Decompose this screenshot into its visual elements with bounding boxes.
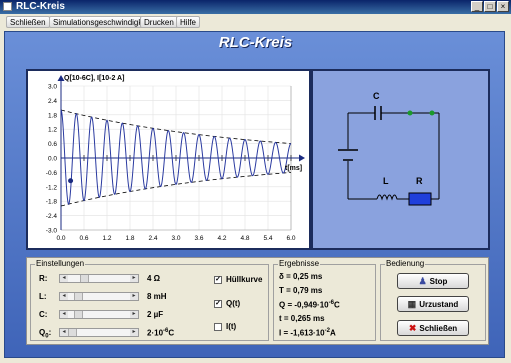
control-title: Bedienung [385, 259, 426, 269]
circuit-panel: C L R [311, 69, 490, 250]
x-axis-label: t[ms] [285, 165, 302, 172]
resistance-value: 4 Ω [147, 274, 161, 283]
close-button[interactable]: ✖ Schließen [397, 320, 469, 336]
y-tick-label: 2.4 [48, 98, 57, 105]
switch-contact-right [429, 110, 435, 116]
current-checkbox-label: I(t) [226, 322, 237, 331]
slider-thumb[interactable] [74, 293, 83, 300]
result-delta: δ = 0,25 ms [279, 272, 323, 281]
initial-charge-slider[interactable]: ◂ ▸ [59, 328, 139, 337]
menu-drucken[interactable]: Drucken [140, 16, 178, 28]
stop-icon: ♟ [418, 276, 427, 286]
chevron-right-icon[interactable]: ▸ [130, 275, 138, 282]
y-tick-label: 1.2 [48, 127, 57, 134]
menu-simulationsgeschwindigkeit[interactable]: Simulationsgeschwindigkeit [49, 16, 155, 28]
app-icon [3, 2, 12, 11]
reset-icon: ▦ [407, 299, 417, 309]
current-checkbox[interactable] [214, 323, 222, 331]
menu-hilfe[interactable]: Hilfe [176, 16, 201, 28]
initial-charge-label: Q0: [39, 328, 52, 340]
slider-thumb[interactable] [68, 329, 77, 336]
x-tick-label: 1.8 [125, 235, 134, 242]
capacitor-label: C [373, 91, 380, 101]
chevron-right-icon[interactable]: ▸ [130, 293, 138, 300]
close-icon: ✖ [408, 323, 417, 333]
menu-schliessen[interactable]: Schließen [6, 16, 50, 28]
result-charge: Q = -0,949·10-6C [279, 300, 340, 310]
chevron-left-icon[interactable]: ◂ [60, 275, 68, 282]
charge-checkbox-label: Q(t) [226, 299, 241, 308]
inductance-value: 8 mH [147, 292, 167, 301]
x-axis-arrow-icon [299, 154, 305, 162]
inductance-label: L: [39, 292, 47, 301]
resistor-label: R [416, 176, 423, 186]
settings-title: Einstellungen [35, 259, 86, 269]
inductor-coil-icon [376, 194, 399, 201]
resistance-slider[interactable]: ◂ ▸ [59, 274, 139, 283]
result-current: I = -1,613·10-2A [279, 328, 336, 338]
x-tick-label: 4.8 [240, 235, 249, 242]
menu-bar: Schließen Simulationsgeschwindigkeit Dru… [0, 15, 511, 30]
y-tick-label: -2.4 [46, 213, 58, 220]
y-tick-label: -1.2 [46, 184, 58, 191]
y-tick-label: -3.0 [46, 228, 58, 235]
y-tick-label: -0.6 [46, 170, 58, 177]
capacitance-slider[interactable]: ◂ ▸ [59, 310, 139, 319]
capacitance-label: C: [39, 310, 48, 319]
stop-button[interactable]: ♟ Stop [397, 273, 469, 289]
control-area: Einstellungen R: ◂ ▸ 4 Ω L: ◂ ▸ 8 mH C: [26, 257, 489, 345]
result-period: T = 0,79 ms [279, 286, 323, 295]
initial-charge-value: 2·10-6C [147, 328, 175, 338]
charge-checkbox[interactable]: ✓ [214, 300, 222, 308]
chevron-right-icon[interactable]: ▸ [130, 311, 138, 318]
chevron-right-icon[interactable]: ▸ [130, 329, 138, 336]
settings-group: Einstellungen R: ◂ ▸ 4 Ω L: ◂ ▸ 8 mH C: [30, 259, 269, 341]
close-window-button[interactable]: × [497, 1, 509, 12]
envelope-checkbox[interactable]: ✓ [214, 276, 222, 284]
switch-contact-left [407, 110, 413, 116]
x-tick-label: 3.0 [171, 235, 180, 242]
minimize-button[interactable]: _ [471, 1, 483, 12]
capacitance-value: 2 µF [147, 310, 164, 319]
envelope-checkbox-label: Hüllkurve [226, 275, 263, 284]
y-tick-label: 1.8 [48, 112, 57, 119]
main-area: RLC-Kreis 0.0 0.6 1.2 1.8 2.4 3.0 3.6 4.2 4.8 5.4… [4, 31, 505, 358]
page-title: RLC-Kreis [218, 34, 293, 51]
slider-thumb[interactable] [80, 275, 89, 282]
title-bar: RLC-Kreis _ □ × [0, 0, 511, 14]
x-tick-label: 2.4 [148, 235, 157, 242]
y-tick-label: 3.0 [48, 84, 57, 91]
results-group: Ergebnisse δ = 0,25 ms T = 0,79 ms Q = -… [273, 259, 376, 341]
slider-thumb[interactable] [74, 311, 83, 318]
y-tick-label: -1.8 [46, 199, 58, 206]
x-tick-label: 5.4 [263, 235, 272, 242]
x-tick-label: 4.2 [217, 235, 226, 242]
current-time-marker [68, 178, 74, 184]
result-time: t = 0,265 ms [279, 314, 325, 323]
maximize-button[interactable]: □ [484, 1, 496, 12]
inductor-label: L [383, 176, 389, 186]
control-group: Bedienung ♟ Stop ▦ Urzustand ✖ Schließen [380, 259, 486, 341]
x-tick-label: 0.6 [79, 235, 88, 242]
oscillation-chart: 0.0 0.6 1.2 1.8 2.4 3.0 3.6 4.2 4.8 5.4 6.0 3.0 2.4… [46, 75, 305, 242]
x-tick-label: 6.0 [286, 235, 295, 242]
results-title: Ergebnisse [278, 259, 321, 269]
resistor-icon [408, 192, 432, 206]
y-axis-label: Q[10-6C], I[10-2 A] [64, 75, 124, 82]
x-tick-label: 0.0 [56, 235, 65, 242]
circuit-diagram: C L R [338, 91, 440, 206]
chevron-left-icon[interactable]: ◂ [60, 311, 68, 318]
plot-panel: 0.0 0.6 1.2 1.8 2.4 3.0 3.6 4.2 4.8 5.4 6.0 3.0 2.4… [26, 69, 311, 250]
y-tick-label: 0.6 [48, 141, 57, 148]
resistance-label: R: [39, 274, 48, 283]
app-window: RLC-Kreis _ □ × Schließen Simulationsges… [0, 0, 511, 363]
chevron-left-icon[interactable]: ◂ [60, 293, 68, 300]
chevron-left-icon[interactable]: ◂ [60, 329, 68, 336]
inductance-slider[interactable]: ◂ ▸ [59, 292, 139, 301]
y-tick-label: 0.0 [48, 156, 57, 163]
x-tick-label: 1.2 [102, 235, 111, 242]
window-title: RLC-Kreis [16, 1, 65, 12]
reset-button[interactable]: ▦ Urzustand [397, 296, 469, 312]
x-tick-label: 3.6 [194, 235, 203, 242]
